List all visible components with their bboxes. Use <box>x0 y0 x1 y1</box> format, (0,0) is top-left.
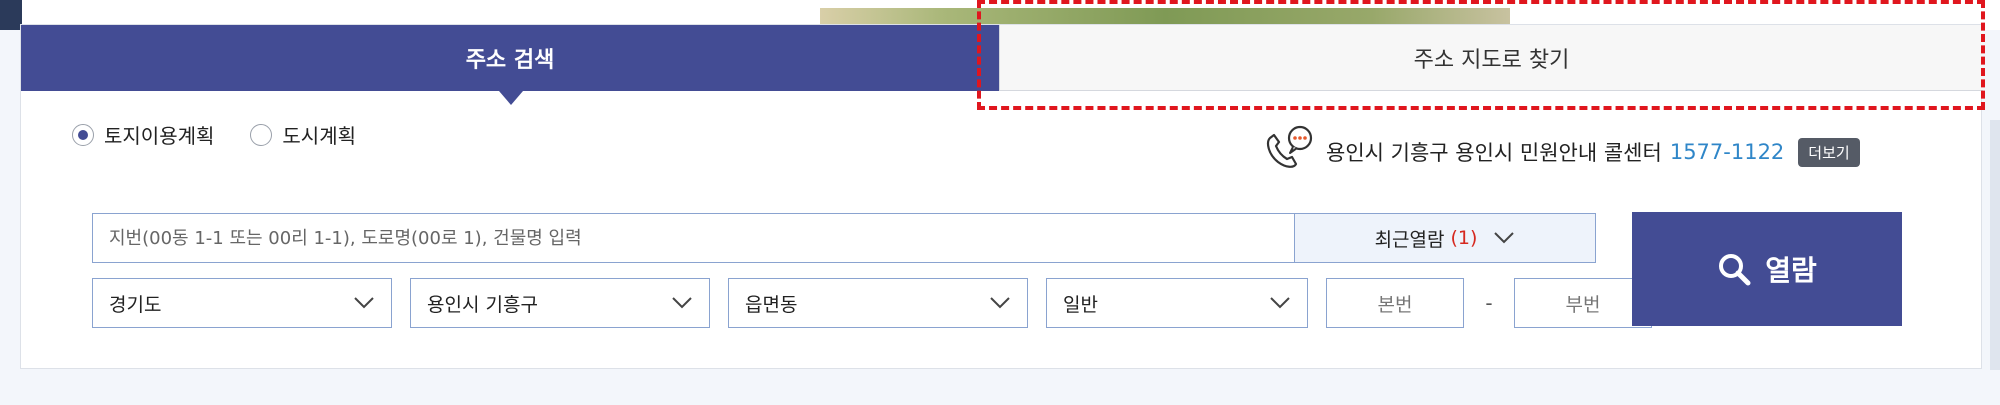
call-center-info: 용인시 기흥구 용인시 민원안내 콜센터 1577-1122 더보기 <box>1262 125 1860 176</box>
recent-view-label: 최근열람 <box>1374 228 1445 251</box>
radio-label: 토지이용계획 <box>104 124 215 148</box>
city-select[interactable]: 용인시 기흥구 <box>410 278 710 328</box>
view-button[interactable]: 열람 <box>1632 212 1902 326</box>
background-side-edge <box>1990 120 2000 370</box>
phone-chat-icon <box>1267 125 1313 168</box>
lot-separator: - <box>1485 291 1493 315</box>
more-button[interactable]: 더보기 <box>1798 137 1860 167</box>
town-select[interactable]: 읍면동 <box>728 278 1028 328</box>
land-type-select[interactable]: 일반 <box>1046 278 1308 328</box>
radio-land-use-plan[interactable]: 토지이용계획 <box>72 120 214 149</box>
recent-view-dropdown[interactable]: 최근열람 (1) <box>1294 214 1595 262</box>
tab-bar: 주소 검색 주소 지도로 찾기 <box>21 25 1983 105</box>
search-bar: 최근열람 (1) <box>92 213 1596 263</box>
province-select[interactable]: 경기도 <box>92 278 392 328</box>
city-select-value: 용인시 기흥구 <box>427 293 538 316</box>
search-icon <box>1719 254 1751 286</box>
tab-address-search[interactable]: 주소 검색 <box>21 25 999 105</box>
call-center-text: 용인시 기흥구 용인시 민원안내 콜센터 <box>1326 141 1662 165</box>
chevron-down-icon <box>1270 297 1290 309</box>
view-button-label: 열람 <box>1765 254 1817 287</box>
address-select-row: 경기도 용인시 기흥구 읍면동 일반 본번 - 부번 <box>92 278 1652 328</box>
radio-checked-indicator[interactable] <box>72 123 94 146</box>
town-select-value: 읍면동 <box>745 293 798 316</box>
recent-view-count: (1) <box>1450 227 1478 249</box>
radio-label: 도시계획 <box>282 124 357 148</box>
province-select-value: 경기도 <box>109 293 162 316</box>
chevron-down-icon <box>354 297 374 309</box>
chevron-down-icon <box>1494 232 1515 244</box>
land-type-select-value: 일반 <box>1063 293 1098 316</box>
main-lot-number-input[interactable]: 본번 <box>1326 278 1464 328</box>
radio-urban-plan[interactable]: 도시계획 <box>250 120 356 149</box>
tab-address-map-find[interactable]: 주소 지도로 찾기 <box>999 25 1983 91</box>
chevron-down-icon <box>990 297 1010 309</box>
radio-unchecked-indicator[interactable] <box>250 123 273 146</box>
chevron-down-icon <box>672 297 692 309</box>
background-logo-strip <box>0 0 22 30</box>
plan-type-radio-group: 토지이용계획 도시계획 <box>72 120 356 149</box>
call-center-number[interactable]: 1577-1122 <box>1670 140 1784 164</box>
address-search-input[interactable] <box>93 214 1294 262</box>
